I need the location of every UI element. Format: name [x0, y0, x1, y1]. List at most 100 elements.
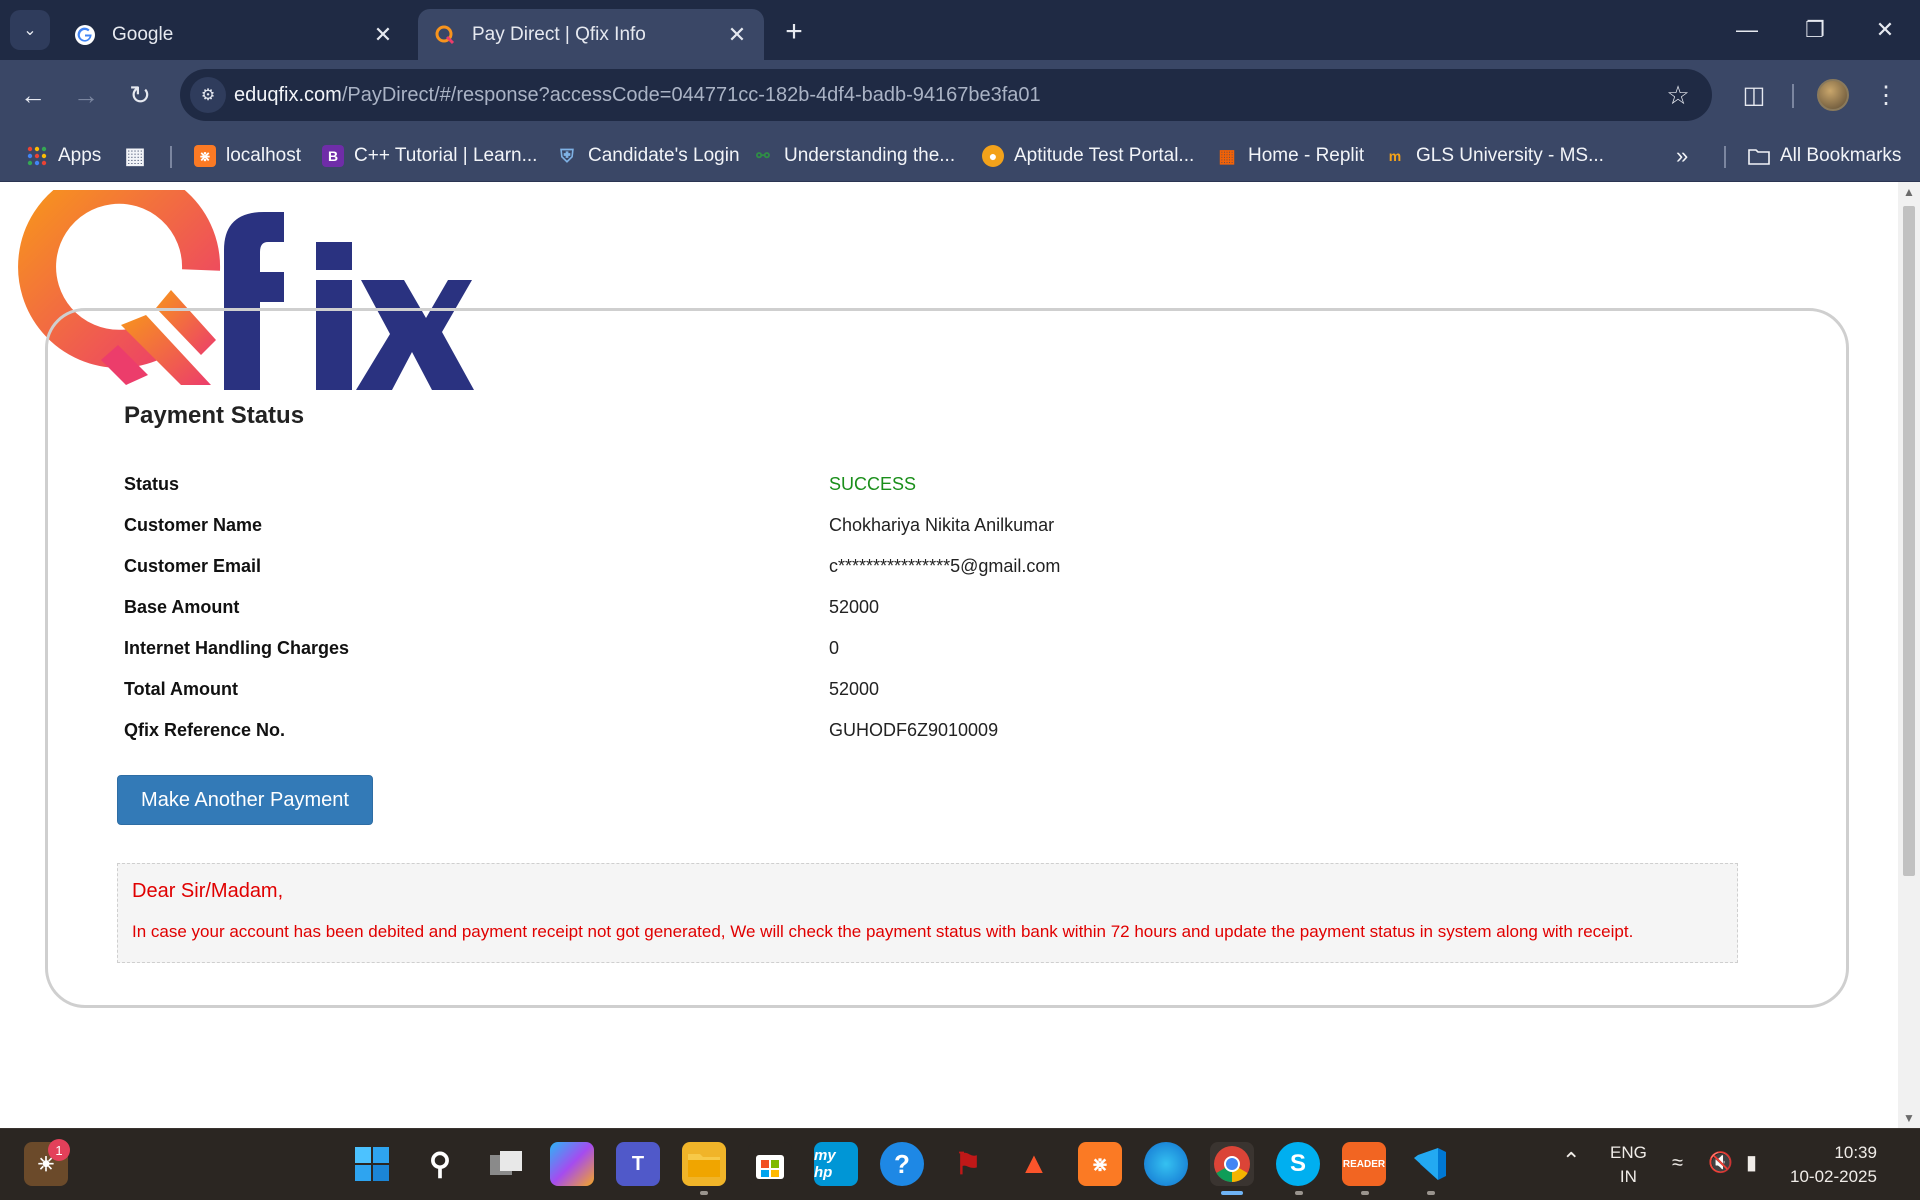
more-vertical-icon: ⋮ [1874, 81, 1898, 109]
wifi-icon[interactable]: ≈ [1672, 1151, 1683, 1175]
bookmark-label: C++ Tutorial | Learn... [354, 145, 538, 166]
help-icon[interactable]: ? [880, 1142, 924, 1186]
reload-icon: ↻ [129, 79, 151, 110]
address-bar[interactable]: ⚙ eduqfix.com/PayDirect/#/response?acces… [180, 69, 1712, 121]
bookmark-apps[interactable]: Apps [26, 140, 101, 172]
date: 10-02-2025 [1790, 1167, 1877, 1186]
mcafee-icon[interactable]: ⚑ [946, 1142, 990, 1186]
close-icon[interactable]: ✕ [722, 20, 752, 50]
volume-muted-icon[interactable]: 🔇 [1708, 1151, 1733, 1175]
minimize-icon: — [1736, 17, 1758, 42]
menu-button[interactable]: ⋮ [1866, 75, 1906, 115]
tab-title: Pay Direct | Qfix Info [472, 23, 646, 45]
extensions-button[interactable]: ◫ [1734, 75, 1774, 115]
row-value: c****************5@gmail.com [829, 556, 1061, 576]
teams-icon[interactable]: T [616, 1142, 660, 1186]
vscode-icon[interactable] [1408, 1142, 1452, 1186]
edge-icon[interactable] [1144, 1142, 1188, 1186]
new-tab-button[interactable]: + [776, 14, 812, 50]
xampp-icon[interactable]: ⋇ [1078, 1142, 1122, 1186]
row-value: Chokhariya Nikita Anilkumar [829, 515, 1055, 535]
plus-icon: + [785, 15, 803, 48]
row-value: 52000 [829, 679, 880, 699]
skype-icon[interactable]: S [1276, 1142, 1320, 1186]
site-info-icon[interactable]: ⚙ [190, 77, 226, 113]
clock[interactable]: 10:39 10-02-2025 [1790, 1141, 1877, 1189]
bookmark-gls[interactable]: m GLS University - MS... [1384, 140, 1604, 172]
minimize-button[interactable]: — [1724, 10, 1770, 50]
bookmark-cpp-tutorial[interactable]: B C++ Tutorial | Learn... [322, 140, 537, 172]
lang-top: ENG [1610, 1143, 1647, 1162]
chevron-up-icon[interactable]: ⌃ [1562, 1149, 1580, 1173]
tab-pay-direct[interactable]: Pay Direct | Qfix Info ✕ [418, 9, 764, 60]
bookmark-label: localhost [226, 145, 301, 166]
active-indicator [1221, 1191, 1243, 1195]
close-window-button[interactable]: ✕ [1862, 10, 1908, 50]
running-indicator [1427, 1191, 1435, 1195]
xampp-icon: ⋇ [194, 145, 216, 167]
myhp-icon[interactable]: my hp [814, 1142, 858, 1186]
running-indicator [1361, 1191, 1369, 1195]
start-icon[interactable] [350, 1142, 394, 1186]
page-scrollbar[interactable]: ▲ ▼ [1898, 182, 1920, 1128]
back-button[interactable]: ← [13, 75, 53, 115]
make-another-payment-button[interactable]: Make Another Payment [117, 775, 373, 825]
base-amount-row: Base Amount 52000 [124, 597, 1724, 625]
bookmark-label: GLS University - MS... [1416, 145, 1604, 166]
status-row: Status SUCCESS [124, 474, 1724, 502]
bookmark-localhost[interactable]: ⋇ localhost [194, 140, 301, 172]
row-label: Internet Handling Charges [124, 638, 350, 658]
bookmark-replit[interactable]: ▦ Home - Replit [1216, 140, 1364, 172]
brave-icon[interactable]: ▲ [1012, 1142, 1056, 1186]
lang-bottom: IN [1619, 1167, 1637, 1186]
notice-box: Dear Sir/Madam, In case your account has… [117, 863, 1738, 963]
file-explorer-icon[interactable] [682, 1142, 726, 1186]
arrow-left-icon: ← [20, 79, 46, 110]
restore-icon: ❐ [1805, 17, 1825, 42]
replit-icon: ▦ [1218, 145, 1236, 166]
bookmark-understanding[interactable]: ⚯ Understanding the... [752, 140, 955, 172]
gfg-icon: ⚯ [756, 148, 770, 165]
bookmark-aptitude[interactable]: ● Aptitude Test Portal... [982, 140, 1194, 172]
search-icon[interactable]: ⚲ [418, 1142, 462, 1186]
tab-title: Google [112, 23, 174, 45]
bookmark-star-icon[interactable]: ☆ [1664, 81, 1692, 109]
status-value: SUCCESS [829, 474, 917, 494]
row-value: 0 [829, 638, 840, 658]
notice-greeting: Dear Sir/Madam, [132, 880, 284, 902]
row-value: GUHODF6Z9010009 [829, 720, 999, 740]
scroll-thumb[interactable] [1903, 206, 1915, 876]
close-icon[interactable]: ✕ [368, 20, 398, 50]
scroll-up-icon[interactable]: ▲ [1903, 186, 1915, 198]
copilot-icon[interactable] [550, 1142, 594, 1186]
store-icon[interactable] [748, 1142, 792, 1186]
profile-avatar[interactable] [1817, 79, 1849, 111]
all-bookmarks-button[interactable]: All Bookmarks [1748, 140, 1901, 172]
tab-search-button[interactable]: ⌄ [10, 10, 50, 50]
restore-button[interactable]: ❐ [1792, 10, 1838, 50]
tab-google[interactable]: Google ✕ [58, 9, 410, 60]
aptitude-icon: ● [982, 145, 1004, 167]
scroll-down-icon[interactable]: ▼ [1903, 1112, 1915, 1124]
task-view-icon[interactable] [484, 1142, 528, 1186]
bookmark-label: Home - Replit [1248, 145, 1365, 166]
reload-button[interactable]: ↻ [120, 75, 160, 115]
battery-icon[interactable]: ▮ [1746, 1151, 1757, 1175]
double-chevron-right-icon: » [1676, 143, 1689, 168]
tab-groups-button[interactable]: ▦ [124, 140, 156, 172]
chrome-icon[interactable] [1210, 1142, 1254, 1186]
handling-charges-row: Internet Handling Charges 0 [124, 638, 1724, 666]
chevron-down-icon: ⌄ [23, 22, 37, 39]
total-amount-row: Total Amount 52000 [124, 679, 1724, 707]
taskbar: ☀ ⚲ T my hp ? ⚑ ▲ ⋇ S READER ⌃ ENG IN ≈ … [0, 1128, 1920, 1200]
forward-button[interactable]: → [66, 75, 106, 115]
language-indicator[interactable]: ENG IN [1610, 1141, 1647, 1189]
puzzle-icon: ◫ [1742, 81, 1766, 109]
bookmark-candidate-login[interactable]: ⛨ Candidate's Login [556, 140, 739, 172]
bookmark-label: Understanding the... [784, 145, 956, 166]
row-label: Customer Email [124, 556, 262, 576]
reader-icon[interactable]: READER [1342, 1142, 1386, 1186]
notice-message: In case your account has been debited an… [132, 922, 1634, 941]
more-bookmarks-button[interactable]: » [1676, 140, 1688, 172]
qfix-icon [432, 22, 458, 48]
